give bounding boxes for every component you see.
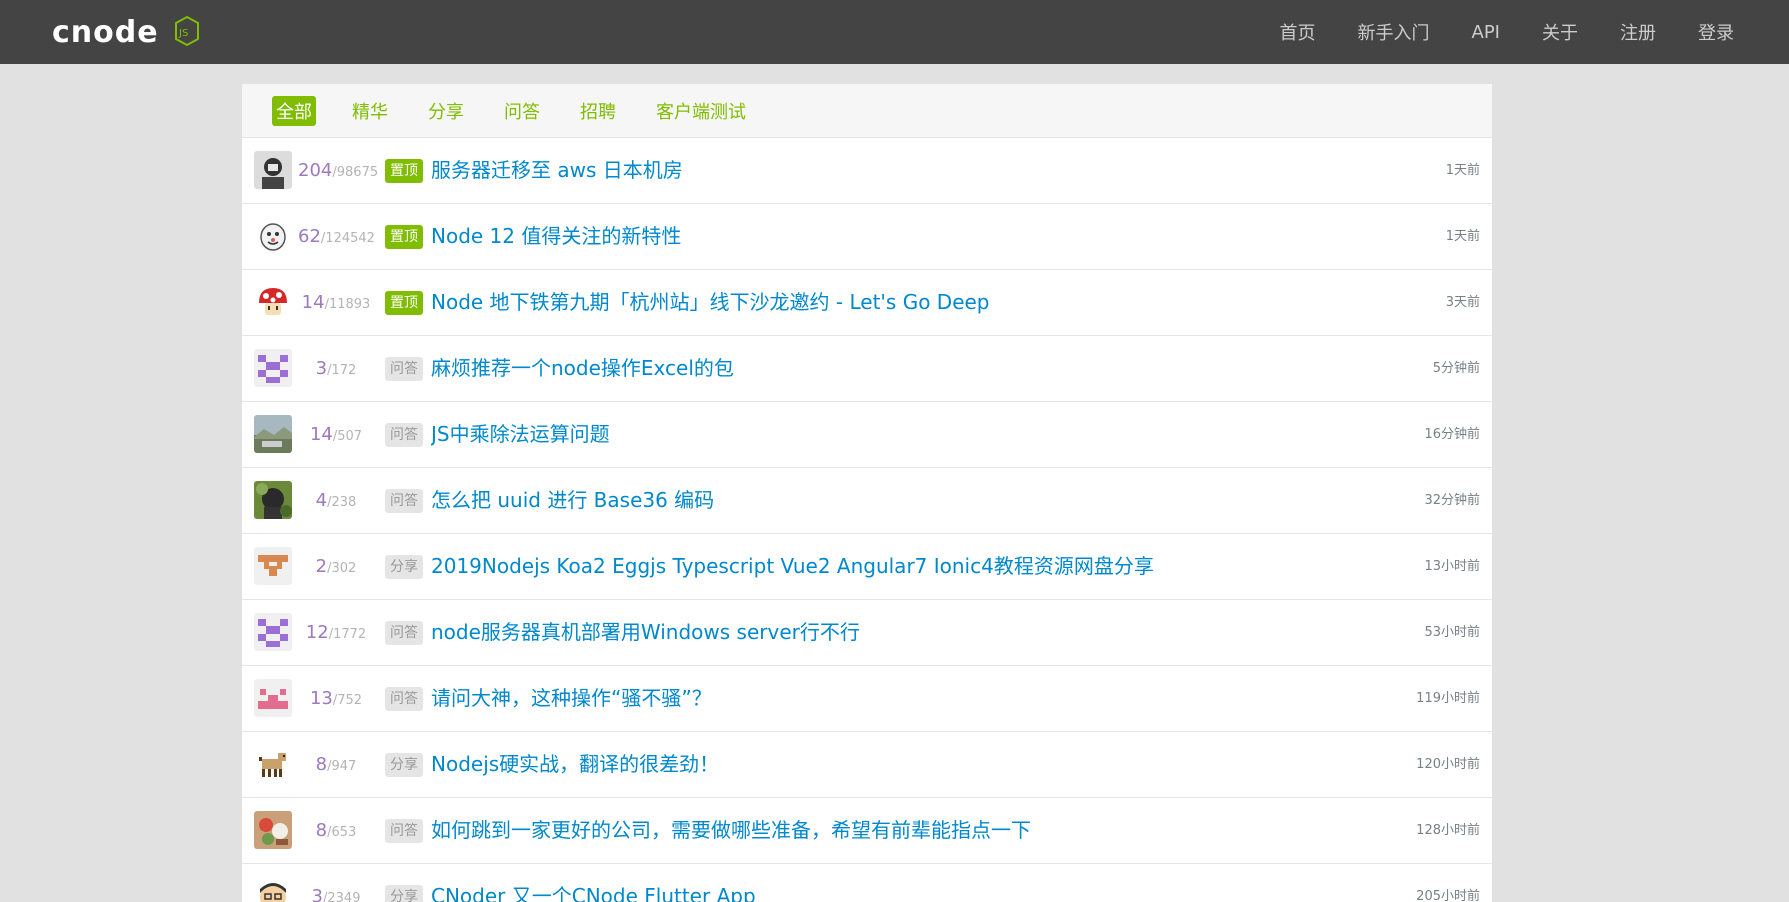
- reply-count: 62/124542: [298, 226, 375, 247]
- topic-row: 4/238 问答 怎么把 uuid 进行 Base36 编码 32分钟前: [242, 468, 1492, 534]
- reply-count: 4/238: [315, 490, 357, 511]
- last-reply-time[interactable]: 119小时前: [1416, 666, 1480, 731]
- logo-text: cnode: [52, 15, 159, 50]
- topic-tag: 分享: [385, 753, 423, 777]
- avatar[interactable]: [254, 547, 292, 585]
- topic-tag: 分享: [385, 885, 423, 902]
- topic-row: 8/947 分享 Nodejs硬实战，翻译的很差劲！ 120小时前: [242, 732, 1492, 798]
- nav-getstart-link[interactable]: 新手入门: [1358, 19, 1430, 45]
- topic-title-link[interactable]: 麻烦推荐一个node操作Excel的包: [431, 336, 734, 401]
- topic-title-link[interactable]: 2019Nodejs Koa2 Eggjs Typescript Vue2 An…: [431, 534, 1154, 599]
- reply-count: 3/172: [315, 358, 357, 379]
- reply-count: 8/947: [315, 754, 357, 775]
- tab-ask[interactable]: 问答: [500, 96, 544, 126]
- topic-title-link[interactable]: node服务器真机部署用Windows server行不行: [431, 600, 860, 665]
- avatar[interactable]: [254, 283, 292, 321]
- tab-good[interactable]: 精华: [348, 96, 392, 126]
- topic-title-link[interactable]: Nodejs硬实战，翻译的很差劲！: [431, 732, 719, 797]
- reply-count: 13/752: [309, 688, 363, 709]
- last-reply-time[interactable]: 128小时前: [1416, 798, 1480, 863]
- reply-count: 8/653: [315, 820, 357, 841]
- avatar[interactable]: [254, 415, 292, 453]
- navbar: cnode JS 首页 新手入门 API 关于 注册 登录: [0, 0, 1789, 64]
- last-reply-time[interactable]: 13小时前: [1424, 534, 1480, 599]
- topic-tag: 置顶: [385, 291, 423, 315]
- reply-count: 3/2349: [311, 886, 361, 902]
- topic-tag: 问答: [385, 621, 423, 645]
- topic-tag: 问答: [385, 687, 423, 711]
- topic-title-link[interactable]: Node 12 值得关注的新特性: [431, 204, 681, 269]
- topic-row: 2/302 分享 2019Nodejs Koa2 Eggjs Typescrip…: [242, 534, 1492, 600]
- nav-links: 首页 新手入门 API 关于 注册 登录: [1238, 0, 1734, 64]
- topic-title-link[interactable]: JS中乘除法运算问题: [431, 402, 610, 467]
- reply-count: 204/98675: [298, 160, 379, 181]
- topic-tag: 置顶: [385, 159, 423, 183]
- topic-tag: 问答: [385, 357, 423, 381]
- topic-row: 8/653 问答 如何跳到一家更好的公司，需要做哪些准备，希望有前辈能指点一下 …: [242, 798, 1492, 864]
- topic-row: 3/2349 分享 CNoder 又一个CNode Flutter App 20…: [242, 864, 1492, 902]
- nav-about-link[interactable]: 关于: [1542, 19, 1578, 45]
- topic-tag: 问答: [385, 819, 423, 843]
- last-reply-time[interactable]: 16分钟前: [1424, 402, 1480, 467]
- nav-home-link[interactable]: 首页: [1280, 19, 1316, 45]
- nav-signin-link[interactable]: 登录: [1698, 19, 1734, 45]
- topic-title-link[interactable]: 如何跳到一家更好的公司，需要做哪些准备，希望有前辈能指点一下: [431, 798, 1031, 863]
- avatar[interactable]: [254, 481, 292, 519]
- last-reply-time[interactable]: 53小时前: [1424, 600, 1480, 665]
- reply-count: 2/302: [315, 556, 357, 577]
- last-reply-time[interactable]: 3天前: [1446, 270, 1480, 335]
- topic-row: 3/172 问答 麻烦推荐一个node操作Excel的包 5分钟前: [242, 336, 1492, 402]
- avatar[interactable]: [254, 349, 292, 387]
- logo-badge: JS: [178, 28, 188, 39]
- tab-all[interactable]: 全部: [272, 95, 316, 126]
- avatar[interactable]: [254, 151, 292, 189]
- topic-list: 204/98675 置顶 服务器迁移至 aws 日本机房 1天前 62/1245…: [242, 138, 1492, 902]
- topic-title-link[interactable]: 服务器迁移至 aws 日本机房: [431, 138, 683, 203]
- nav-api-link[interactable]: API: [1472, 22, 1500, 43]
- reply-count: 14/507: [309, 424, 363, 445]
- last-reply-time[interactable]: 1天前: [1446, 138, 1480, 203]
- last-reply-time[interactable]: 120小时前: [1416, 732, 1480, 797]
- nav-signup-link[interactable]: 注册: [1620, 19, 1656, 45]
- last-reply-time[interactable]: 5分钟前: [1433, 336, 1480, 401]
- avatar[interactable]: [254, 811, 292, 849]
- topic-row: 12/1772 问答 node服务器真机部署用Windows server行不行…: [242, 600, 1492, 666]
- cnode-logo[interactable]: cnode JS: [52, 14, 212, 50]
- last-reply-time[interactable]: 1天前: [1446, 204, 1480, 269]
- topic-tabs: 全部 精华 分享 问答 招聘 客户端测试: [242, 84, 1492, 138]
- topic-tag: 问答: [385, 489, 423, 513]
- topic-title-link[interactable]: 怎么把 uuid 进行 Base36 编码: [431, 468, 714, 533]
- tab-job[interactable]: 招聘: [576, 96, 620, 126]
- avatar[interactable]: [254, 217, 292, 255]
- last-reply-time[interactable]: 205小时前: [1416, 864, 1480, 902]
- avatar[interactable]: [254, 613, 292, 651]
- topic-row: 204/98675 置顶 服务器迁移至 aws 日本机房 1天前: [242, 138, 1492, 204]
- topic-title-link[interactable]: CNoder 又一个CNode Flutter App: [431, 864, 756, 902]
- topic-row: 62/124542 置顶 Node 12 值得关注的新特性 1天前: [242, 204, 1492, 270]
- topic-title-link[interactable]: 请问大神，这种操作“骚不骚”？: [431, 666, 712, 731]
- tab-share[interactable]: 分享: [424, 96, 468, 126]
- avatar[interactable]: [254, 877, 292, 902]
- topic-tag: 置顶: [385, 225, 423, 249]
- avatar[interactable]: [254, 679, 292, 717]
- last-reply-time[interactable]: 32分钟前: [1424, 468, 1480, 533]
- avatar[interactable]: [254, 745, 292, 783]
- topic-title-link[interactable]: Node 地下铁第九期「杭州站」线下沙龙邀约 - Let's Go Deep: [431, 270, 990, 335]
- topic-tag: 分享: [385, 555, 423, 579]
- reply-count: 12/1772: [305, 622, 367, 643]
- topic-row: 13/752 问答 请问大神，这种操作“骚不骚”？ 119小时前: [242, 666, 1492, 732]
- reply-count: 14/11893: [301, 292, 371, 313]
- topic-row: 14/11893 置顶 Node 地下铁第九期「杭州站」线下沙龙邀约 - Let…: [242, 270, 1492, 336]
- topic-row: 14/507 问答 JS中乘除法运算问题 16分钟前: [242, 402, 1492, 468]
- tab-dev[interactable]: 客户端测试: [652, 96, 750, 126]
- topic-panel: 全部 精华 分享 问答 招聘 客户端测试 204/98675 置顶 服务器迁移至…: [242, 84, 1492, 902]
- cnode-logo-icon: cnode JS: [52, 15, 199, 50]
- topic-tag: 问答: [385, 423, 423, 447]
